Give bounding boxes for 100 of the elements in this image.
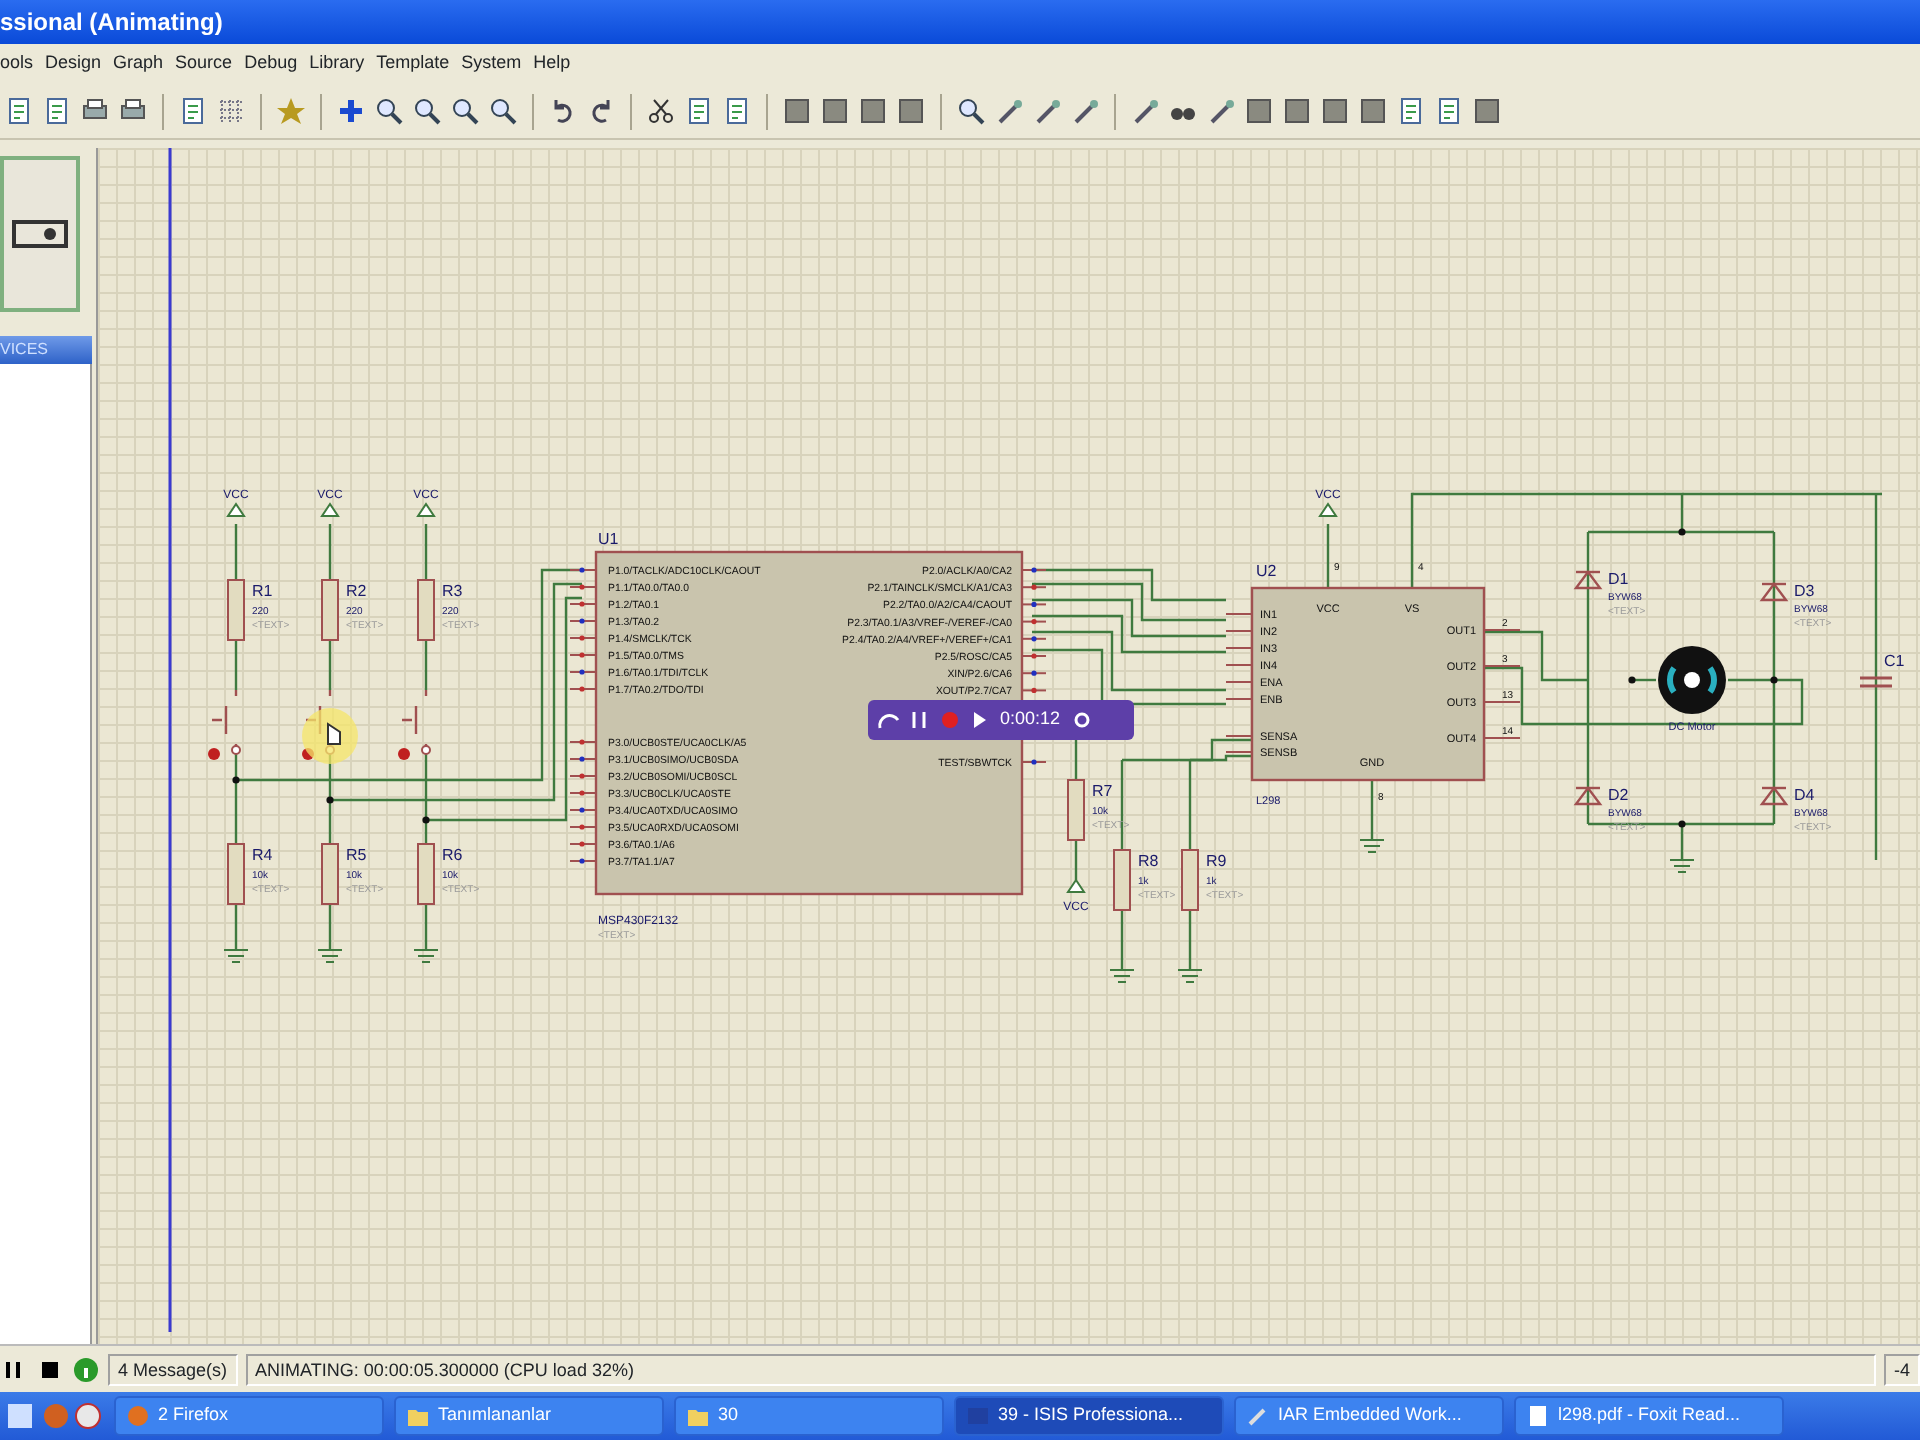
- block-icon[interactable]: [896, 96, 926, 126]
- ground-icon: [413, 949, 439, 963]
- animation-status: ANIMATING: 00:00:05.300000 (CPU load 32%): [245, 1353, 1876, 1385]
- menu-item[interactable]: Debug: [244, 50, 310, 78]
- menu-item[interactable]: ools: [0, 50, 46, 78]
- pause-icon[interactable]: [912, 710, 928, 730]
- taskbar-button[interactable]: Tanımlananlar: [394, 1396, 664, 1436]
- play-icon[interactable]: [972, 710, 988, 730]
- ground-icon: [1359, 839, 1385, 853]
- taskbar-button[interactable]: l298.pdf - Foxit Read...: [1514, 1396, 1784, 1436]
- zoom-icon[interactable]: [412, 96, 442, 126]
- block-icon[interactable]: [820, 96, 850, 126]
- resistor-label: R5: [346, 846, 367, 864]
- diode-label: D3: [1794, 582, 1815, 600]
- resistor-symbol: [1181, 849, 1199, 911]
- menu-item[interactable]: Template: [376, 50, 462, 78]
- menu-item[interactable]: Design: [45, 50, 114, 78]
- grid-icon[interactable]: [216, 96, 246, 126]
- document-icon[interactable]: [1434, 96, 1464, 126]
- push-button-symbol: [398, 688, 431, 760]
- zoom-icon[interactable]: [450, 96, 480, 126]
- resistor-label: R9: [1206, 852, 1227, 870]
- menu-item[interactable]: Source: [175, 50, 245, 78]
- recording-time: 0:00:12: [1000, 706, 1061, 733]
- quick-launch-icons[interactable]: [4, 1398, 104, 1434]
- undo-icon[interactable]: [876, 708, 900, 732]
- taskbar-button[interactable]: IAR Embedded Work...: [1234, 1396, 1504, 1436]
- diode-symbol: [1759, 786, 1789, 806]
- pin-marker: [1031, 670, 1037, 676]
- zoom-icon[interactable]: [488, 96, 518, 126]
- window-title: ssional (Animating): [0, 0, 1920, 44]
- capacitor-label: C1: [1884, 652, 1905, 670]
- block-icon[interactable]: [1244, 96, 1274, 126]
- tool-icon[interactable]: [1130, 96, 1160, 126]
- pin-marker: [579, 841, 585, 847]
- diode-label: D2: [1608, 786, 1629, 804]
- power-terminal-icon: [320, 502, 340, 517]
- diode-label: D4: [1794, 786, 1815, 804]
- block-icon[interactable]: [1320, 96, 1350, 126]
- pin-marker: [579, 584, 585, 590]
- tool-icon[interactable]: [994, 96, 1024, 126]
- zoom-icon[interactable]: [374, 96, 404, 126]
- wire: [234, 904, 238, 950]
- taskbar-button[interactable]: 39 - ISIS Professiona...: [954, 1396, 1224, 1436]
- pin-marker: [1031, 636, 1037, 642]
- tool-icon[interactable]: [1070, 96, 1100, 126]
- menu-item[interactable]: Graph: [113, 50, 176, 78]
- status-field: -4: [1883, 1353, 1920, 1385]
- tool-icon[interactable]: [1206, 96, 1236, 126]
- pin-marker: [1031, 653, 1037, 659]
- devices-header: VICES: [0, 336, 92, 364]
- pin-marker: [579, 635, 585, 641]
- resistor-symbol: [1113, 849, 1131, 911]
- diode-label: D1: [1608, 570, 1629, 588]
- document-icon[interactable]: [684, 96, 714, 126]
- resistor-label: R8: [1138, 852, 1159, 870]
- pin-marker: [579, 824, 585, 830]
- document-icon[interactable]: [42, 96, 72, 126]
- settings-icon[interactable]: [1072, 710, 1093, 730]
- zoom-icon[interactable]: [956, 96, 986, 126]
- resistor-label: R6: [442, 846, 463, 864]
- wire: [424, 904, 428, 950]
- plus-icon[interactable]: [336, 96, 366, 126]
- menu-item[interactable]: Help: [533, 50, 583, 78]
- menu-item[interactable]: System: [461, 50, 534, 78]
- resistor-symbol: [321, 843, 339, 905]
- junction-dot: [422, 816, 430, 824]
- tool-icon[interactable]: [1032, 96, 1062, 126]
- cursor-highlight: [302, 708, 358, 764]
- resistor-symbol: [321, 579, 339, 641]
- block-icon[interactable]: [1282, 96, 1312, 126]
- pin-marker: [579, 567, 585, 573]
- document-icon[interactable]: [722, 96, 752, 126]
- wire: [328, 904, 332, 950]
- junction-dot: [326, 796, 334, 804]
- tool-icon[interactable]: [1246, 1404, 1270, 1428]
- pin-marker: [579, 756, 585, 762]
- block-icon[interactable]: [1358, 96, 1388, 126]
- schematic-canvas[interactable]: [96, 148, 1920, 1344]
- taskbar-button[interactable]: 2 Firefox: [114, 1396, 384, 1436]
- menu-item[interactable]: Library: [309, 50, 377, 78]
- chip-label: U2: [1256, 562, 1277, 580]
- scissors-icon[interactable]: [646, 96, 676, 126]
- junction-dot: [1678, 820, 1686, 828]
- block-icon[interactable]: [858, 96, 888, 126]
- block-icon[interactable]: [1472, 96, 1502, 126]
- resistor-label: R4: [252, 846, 273, 864]
- pin-marker: [1031, 584, 1037, 590]
- device-list[interactable]: [0, 364, 92, 1344]
- junction-dot: [1770, 676, 1778, 684]
- capacitor-symbol: [1858, 676, 1894, 688]
- block-icon[interactable]: [782, 96, 812, 126]
- resistor-label: R1: [252, 582, 273, 600]
- document-icon[interactable]: [1396, 96, 1426, 126]
- power-terminal-icon: [1066, 878, 1086, 893]
- document-icon[interactable]: [4, 96, 34, 126]
- document-icon[interactable]: [1526, 1404, 1550, 1428]
- taskbar-button[interactable]: 30: [674, 1396, 944, 1436]
- message-count[interactable]: 4 Message(s): [108, 1353, 238, 1385]
- document-icon[interactable]: [178, 96, 208, 126]
